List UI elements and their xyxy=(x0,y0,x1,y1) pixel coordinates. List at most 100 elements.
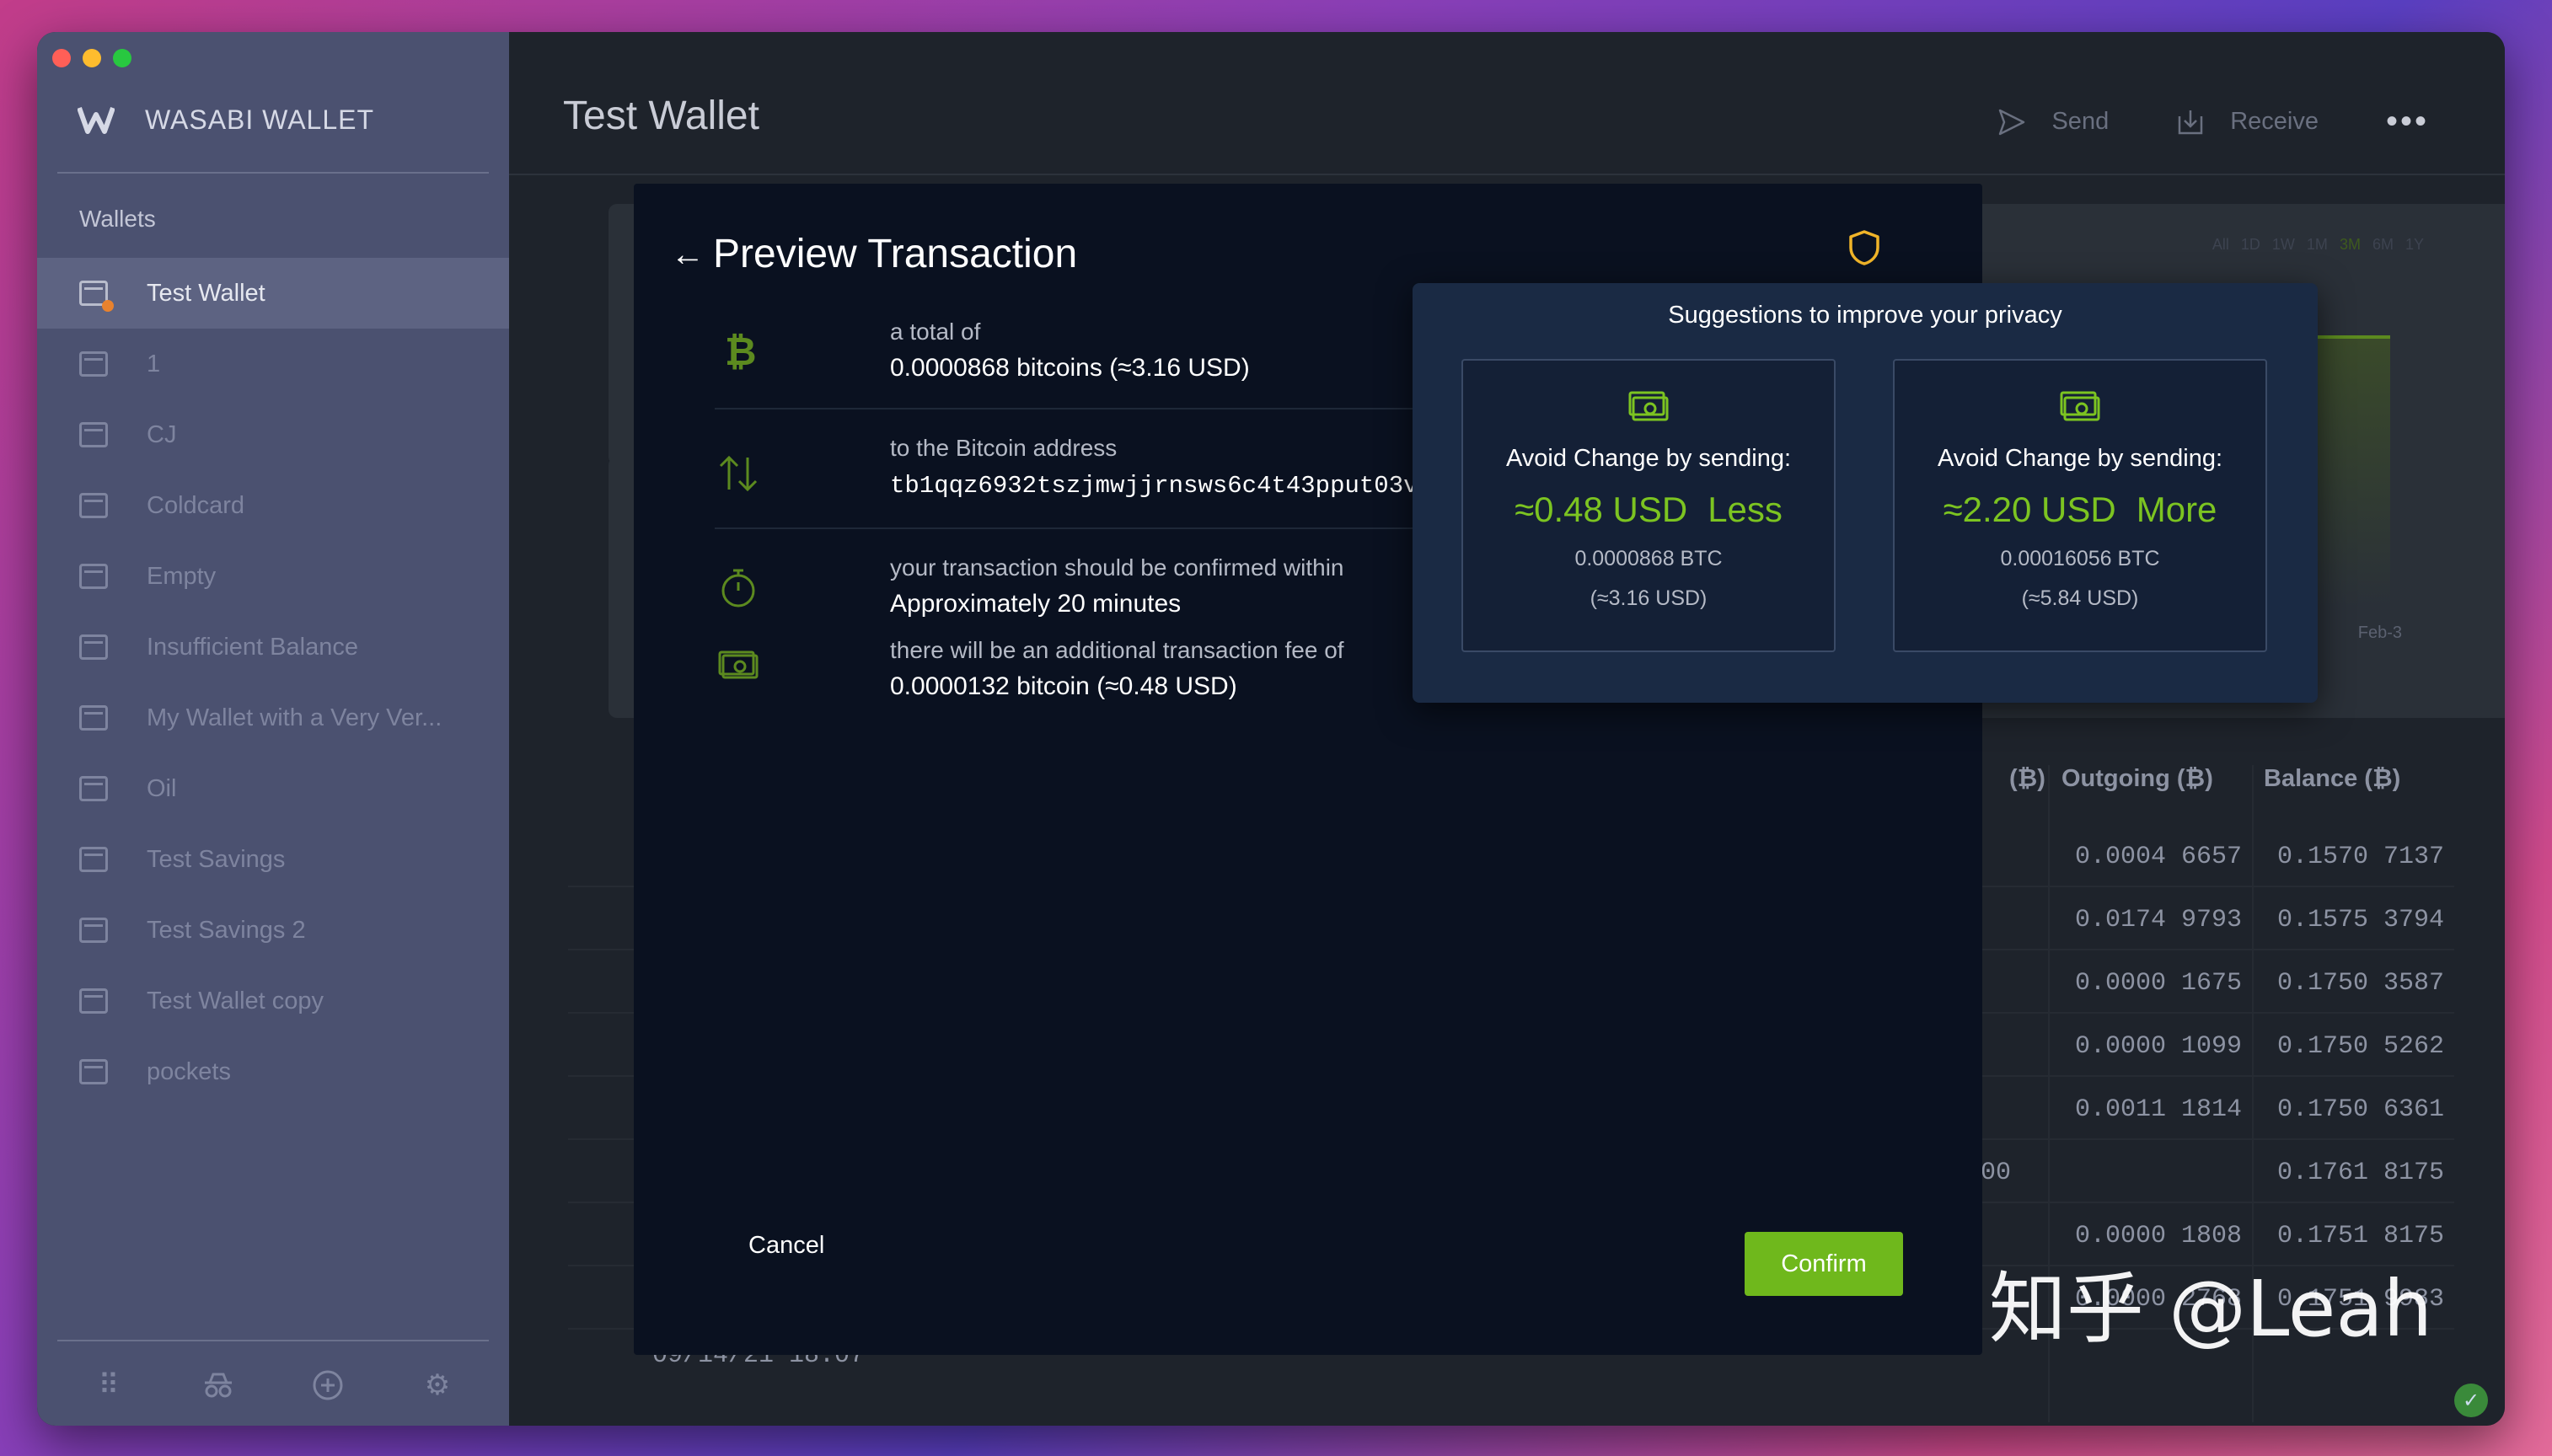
amount-row: ₿ a total of 0.0000868 bitcoins (≈3.16 U… xyxy=(715,318,1406,403)
wallet-label: Test Savings 2 xyxy=(147,916,306,944)
window-controls xyxy=(52,49,131,67)
wallet-label: pockets xyxy=(147,1057,231,1085)
tab-range-3m[interactable]: 3M xyxy=(2340,236,2361,254)
wallet-icon xyxy=(79,705,108,731)
suggestion-card-more[interactable]: Avoid Change by sending: ≈2.20 USD More 0… xyxy=(1893,359,2267,652)
chart-range-tabs: All 1D 1W 1M 3M 6M 1Y xyxy=(2212,236,2424,254)
wallet-item-cj[interactable]: CJ xyxy=(37,399,509,470)
sync-status-check-icon: ✓ xyxy=(2454,1384,2488,1417)
cell-outgoing: 0.0000 1099 xyxy=(2075,1032,2243,1061)
wallet-icon xyxy=(79,988,108,1014)
close-window-button[interactable] xyxy=(52,49,71,67)
col-balance-header[interactable]: Balance (₿) xyxy=(2264,765,2400,793)
bitcoin-icon: ₿ xyxy=(715,327,762,374)
suggestion-card-less[interactable]: Avoid Change by sending: ≈0.48 USD Less 0… xyxy=(1461,359,1836,652)
wallet-status-dot xyxy=(102,300,114,312)
wallet-icon xyxy=(79,847,108,872)
minimize-window-button[interactable] xyxy=(83,49,101,67)
cell-balance: 0.1750 6361 xyxy=(2277,1095,2445,1124)
tab-range-1w[interactable]: 1W xyxy=(2272,236,2295,254)
wallet-icon xyxy=(79,918,108,943)
sidebar: WASABI WALLET Wallets Test Wallet 1 CJ C… xyxy=(37,32,509,1426)
wallet-icon xyxy=(79,351,108,377)
cell-balance: 0.1750 3587 xyxy=(2277,969,2445,998)
cell-balance: 0.1750 5262 xyxy=(2277,1032,2445,1061)
time-sublabel: your transaction should be confirmed wit… xyxy=(890,554,1344,581)
banknote-icon xyxy=(1628,391,1669,421)
amount-value: 0.0000868 bitcoins (≈3.16 USD) xyxy=(890,354,1250,382)
confirm-button[interactable]: Confirm xyxy=(1745,1232,1903,1296)
wallet-item-insufficient-balance[interactable]: Insufficient Balance xyxy=(37,612,509,682)
banknote-icon xyxy=(715,640,762,688)
cell-outgoing: 0.0004 6657 xyxy=(2075,843,2243,871)
more-options-icon[interactable]: ••• xyxy=(2386,103,2429,141)
incognito-icon[interactable] xyxy=(200,1367,237,1404)
row-divider xyxy=(715,527,1423,529)
main-divider xyxy=(509,174,2505,175)
wallet-label: Oil xyxy=(147,774,177,802)
time-value: Approximately 20 minutes xyxy=(890,590,1182,618)
suggestion-label: Avoid Change by sending: xyxy=(1505,445,1792,472)
add-wallet-icon[interactable] xyxy=(309,1367,346,1404)
wallet-icon xyxy=(79,281,114,312)
wallet-label: Empty xyxy=(147,562,217,590)
receive-label: Receive xyxy=(2230,108,2319,135)
tab-range-1y[interactable]: 1Y xyxy=(2405,236,2424,254)
fee-row: there will be an additional transaction … xyxy=(715,637,1406,704)
privacy-shield-icon[interactable] xyxy=(1847,229,1881,266)
wallet-icon xyxy=(79,564,108,589)
privacy-suggestions-popup: Suggestions to improve your privacy Avoi… xyxy=(1413,283,2318,703)
wallet-item-test-savings[interactable]: Test Savings xyxy=(37,824,509,895)
maximize-window-button[interactable] xyxy=(113,49,131,67)
brand: WASABI WALLET xyxy=(78,103,374,136)
col-incoming-header[interactable]: (₿) xyxy=(2009,765,2045,793)
cell-outgoing: 0.0000 1675 xyxy=(2075,969,2243,998)
suggestion-amount-value: ≈2.20 USD xyxy=(1943,490,2116,529)
cancel-button[interactable]: Cancel xyxy=(748,1232,824,1260)
send-button[interactable]: Send xyxy=(1997,108,2109,136)
cell-outgoing: 0.0011 1814 xyxy=(2075,1095,2243,1124)
row-divider xyxy=(715,408,1423,410)
cell-balance: 0.1761 8175 xyxy=(2277,1159,2445,1187)
address-row: to the Bitcoin address tb1qqz6932tszjmwj… xyxy=(715,435,1506,519)
col-outgoing-header[interactable]: Outgoing (₿) xyxy=(2061,765,2213,793)
receive-button[interactable]: Receive xyxy=(2176,108,2319,136)
tab-range-6m[interactable]: 6M xyxy=(2372,236,2394,254)
settings-gear-icon[interactable]: ⚙ xyxy=(419,1367,456,1404)
tab-range-all[interactable]: All xyxy=(2212,236,2229,254)
wallets-heading: Wallets xyxy=(79,206,156,232)
wallet-item-test-savings-2[interactable]: Test Savings 2 xyxy=(37,895,509,966)
wallet-item-oil[interactable]: Oil xyxy=(37,753,509,824)
dialog-title: Preview Transaction xyxy=(713,232,1078,276)
grid-icon[interactable]: ⠿ xyxy=(90,1367,127,1404)
sidebar-divider xyxy=(57,172,489,174)
wallet-item-long-name[interactable]: My Wallet with a Very Ver... xyxy=(37,682,509,753)
cell-balance: 0.1570 7137 xyxy=(2277,843,2445,871)
address-sublabel: to the Bitcoin address xyxy=(890,435,1118,461)
wallet-list: Test Wallet 1 CJ Coldcard Empty Insuffic… xyxy=(37,258,509,1107)
tab-range-1m[interactable]: 1M xyxy=(2307,236,2328,254)
wallet-label: Insufficient Balance xyxy=(147,633,358,661)
sidebar-bottom-bar: ⠿ ⚙ xyxy=(37,1367,509,1404)
back-arrow-icon[interactable]: ← xyxy=(671,236,705,274)
wallet-item-1[interactable]: 1 xyxy=(37,329,509,399)
wallet-item-test-wallet-copy[interactable]: Test Wallet copy xyxy=(37,966,509,1036)
page-title: Test Wallet xyxy=(563,94,759,138)
cell-outgoing: 0.0174 9793 xyxy=(2075,906,2243,934)
wallet-item-empty[interactable]: Empty xyxy=(37,541,509,612)
wallet-item-coldcard[interactable]: Coldcard xyxy=(37,470,509,541)
wallet-label: CJ xyxy=(147,420,177,448)
wallet-label: Coldcard xyxy=(147,491,245,519)
hardware-wallet-icon xyxy=(79,493,108,518)
wallet-item-test-wallet[interactable]: Test Wallet xyxy=(37,258,509,329)
wallet-item-pockets[interactable]: pockets xyxy=(37,1036,509,1107)
suggestion-btc: 0.00016056 BTC xyxy=(2000,547,2160,570)
svg-text:₿: ₿ xyxy=(725,329,755,372)
wallet-label: Test Wallet xyxy=(147,279,265,307)
suggestion-tag: Less xyxy=(1708,490,1783,529)
wallet-icon xyxy=(79,1059,108,1084)
suggestion-usd: (≈5.84 USD) xyxy=(2021,586,2139,610)
tab-range-1d[interactable]: 1D xyxy=(2241,236,2260,254)
wallet-label: Test Savings xyxy=(147,845,286,873)
watermark: 知乎 @Leah xyxy=(1988,1264,2432,1354)
